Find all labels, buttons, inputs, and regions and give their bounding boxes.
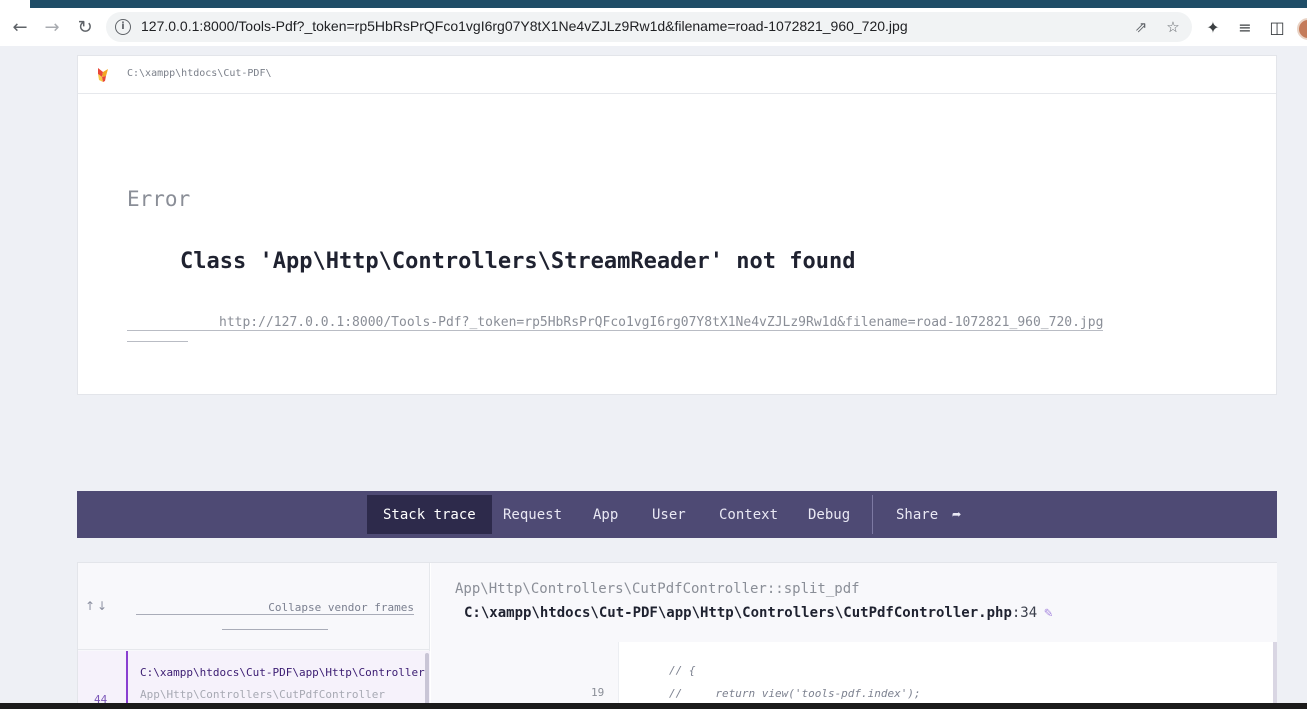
tabs-divider: [872, 495, 873, 534]
frame-file-path: C:\xampp\htdocs\Cut-PDF\app\Http\Control…: [140, 666, 425, 679]
reload-icon[interactable]: ↻: [72, 14, 98, 40]
frames-list: ↑↓ Collapse vendor frames 44 C:\xampp\ht…: [78, 563, 430, 709]
tab-app[interactable]: App: [577, 495, 634, 534]
browser-tab-strip: [0, 0, 1307, 8]
stack-frame[interactable]: 44 C:\xampp\htdocs\Cut-PDF\app\Http\Cont…: [78, 651, 430, 709]
tab-debug[interactable]: Debug: [792, 495, 866, 534]
reading-list-icon[interactable]: ≡: [1234, 17, 1256, 39]
os-taskbar: [0, 703, 1307, 709]
address-bar[interactable]: i 127.0.0.1:8000/Tools-Pdf?_token=rp5HbR…: [106, 12, 1192, 42]
frames-list-header: ↑↓ Collapse vendor frames: [78, 563, 430, 650]
exception-message: Class 'App\Http\Controllers\StreamReader…: [180, 249, 856, 274]
tab-user[interactable]: User: [636, 495, 702, 534]
tab-stack-trace[interactable]: Stack trace: [367, 495, 492, 534]
back-icon[interactable]: ←: [7, 14, 33, 40]
collapse-vendor-frames-button[interactable]: Collapse vendor frames: [136, 601, 414, 615]
line-number-gutter: 19: [431, 642, 619, 709]
share-button[interactable]: Share ➦: [880, 495, 977, 534]
profile-avatar[interactable]: [1297, 18, 1307, 40]
selected-frame-indicator: [126, 651, 128, 709]
frame-line-number: :34: [1011, 605, 1038, 621]
tab-request[interactable]: Request: [487, 495, 578, 534]
code-line: // return view('tools-pdf.index');: [669, 687, 921, 700]
frame-class-name: App\Http\Controllers\CutPdfController: [140, 688, 386, 701]
error-card: C:\xampp\htdocs\Cut-PDF\ Error Class 'Ap…: [77, 55, 1277, 395]
code-line-number: 19: [591, 686, 605, 699]
selected-frame-header: App\Http\Controllers\CutPdfController::s…: [431, 563, 1277, 642]
share-label: Share: [896, 506, 939, 523]
request-url-link[interactable]: http://127.0.0.1:8000/Tools-Pdf?_token=r…: [127, 315, 1104, 331]
app-path: C:\xampp\htdocs\Cut-PDF\: [127, 68, 272, 79]
browser-toolbar: ← → ↻ i 127.0.0.1:8000/Tools-Pdf?_token=…: [0, 8, 1307, 46]
url-underline: [127, 341, 188, 342]
forward-icon[interactable]: →: [39, 14, 65, 40]
bookmark-star-icon[interactable]: ☆: [1163, 17, 1183, 37]
side-panel-icon[interactable]: ◫: [1266, 17, 1288, 39]
exception-class: Error: [127, 187, 191, 211]
site-info-icon[interactable]: i: [115, 19, 131, 35]
frame-file-location: C:\xampp\htdocs\Cut-PDF\app\Http\Control…: [464, 605, 1053, 621]
collapse-underline: [222, 629, 328, 630]
code-snippet: 19 // { // return view('tools-pdf.index'…: [431, 642, 1273, 709]
frame-function-name: App\Http\Controllers\CutPdfController::s…: [455, 581, 860, 597]
tab-strip-background: [28, 0, 1307, 8]
share-page-icon[interactable]: ⇗: [1131, 17, 1151, 37]
frame-navigation-arrows-icon[interactable]: ↑↓: [85, 599, 109, 613]
report-tabs-bar: Stack trace Request App User Context Deb…: [77, 491, 1277, 538]
tab-context[interactable]: Context: [703, 495, 794, 534]
extensions-icon[interactable]: ✦: [1202, 17, 1224, 39]
share-arrow-icon: ➦: [952, 505, 962, 524]
address-url[interactable]: 127.0.0.1:8000/Tools-Pdf?_token=rp5HbRsP…: [141, 18, 908, 34]
stack-trace-panel: ↑↓ Collapse vendor frames 44 C:\xampp\ht…: [77, 562, 1277, 709]
ignition-logo-icon: [98, 68, 108, 82]
error-card-header: C:\xampp\htdocs\Cut-PDF\: [78, 56, 1276, 94]
active-browser-tab[interactable]: [0, 0, 30, 8]
frames-scrollbar[interactable]: [425, 653, 429, 709]
code-line: // {: [669, 664, 696, 677]
code-scrollbar[interactable]: [1273, 642, 1277, 709]
frame-file-name: C:\xampp\htdocs\Cut-PDF\app\Http\Control…: [464, 605, 1012, 621]
request-url-container: http://127.0.0.1:8000/Tools-Pdf?_token=r…: [127, 311, 1207, 333]
edit-pencil-icon[interactable]: ✎: [1044, 605, 1052, 621]
